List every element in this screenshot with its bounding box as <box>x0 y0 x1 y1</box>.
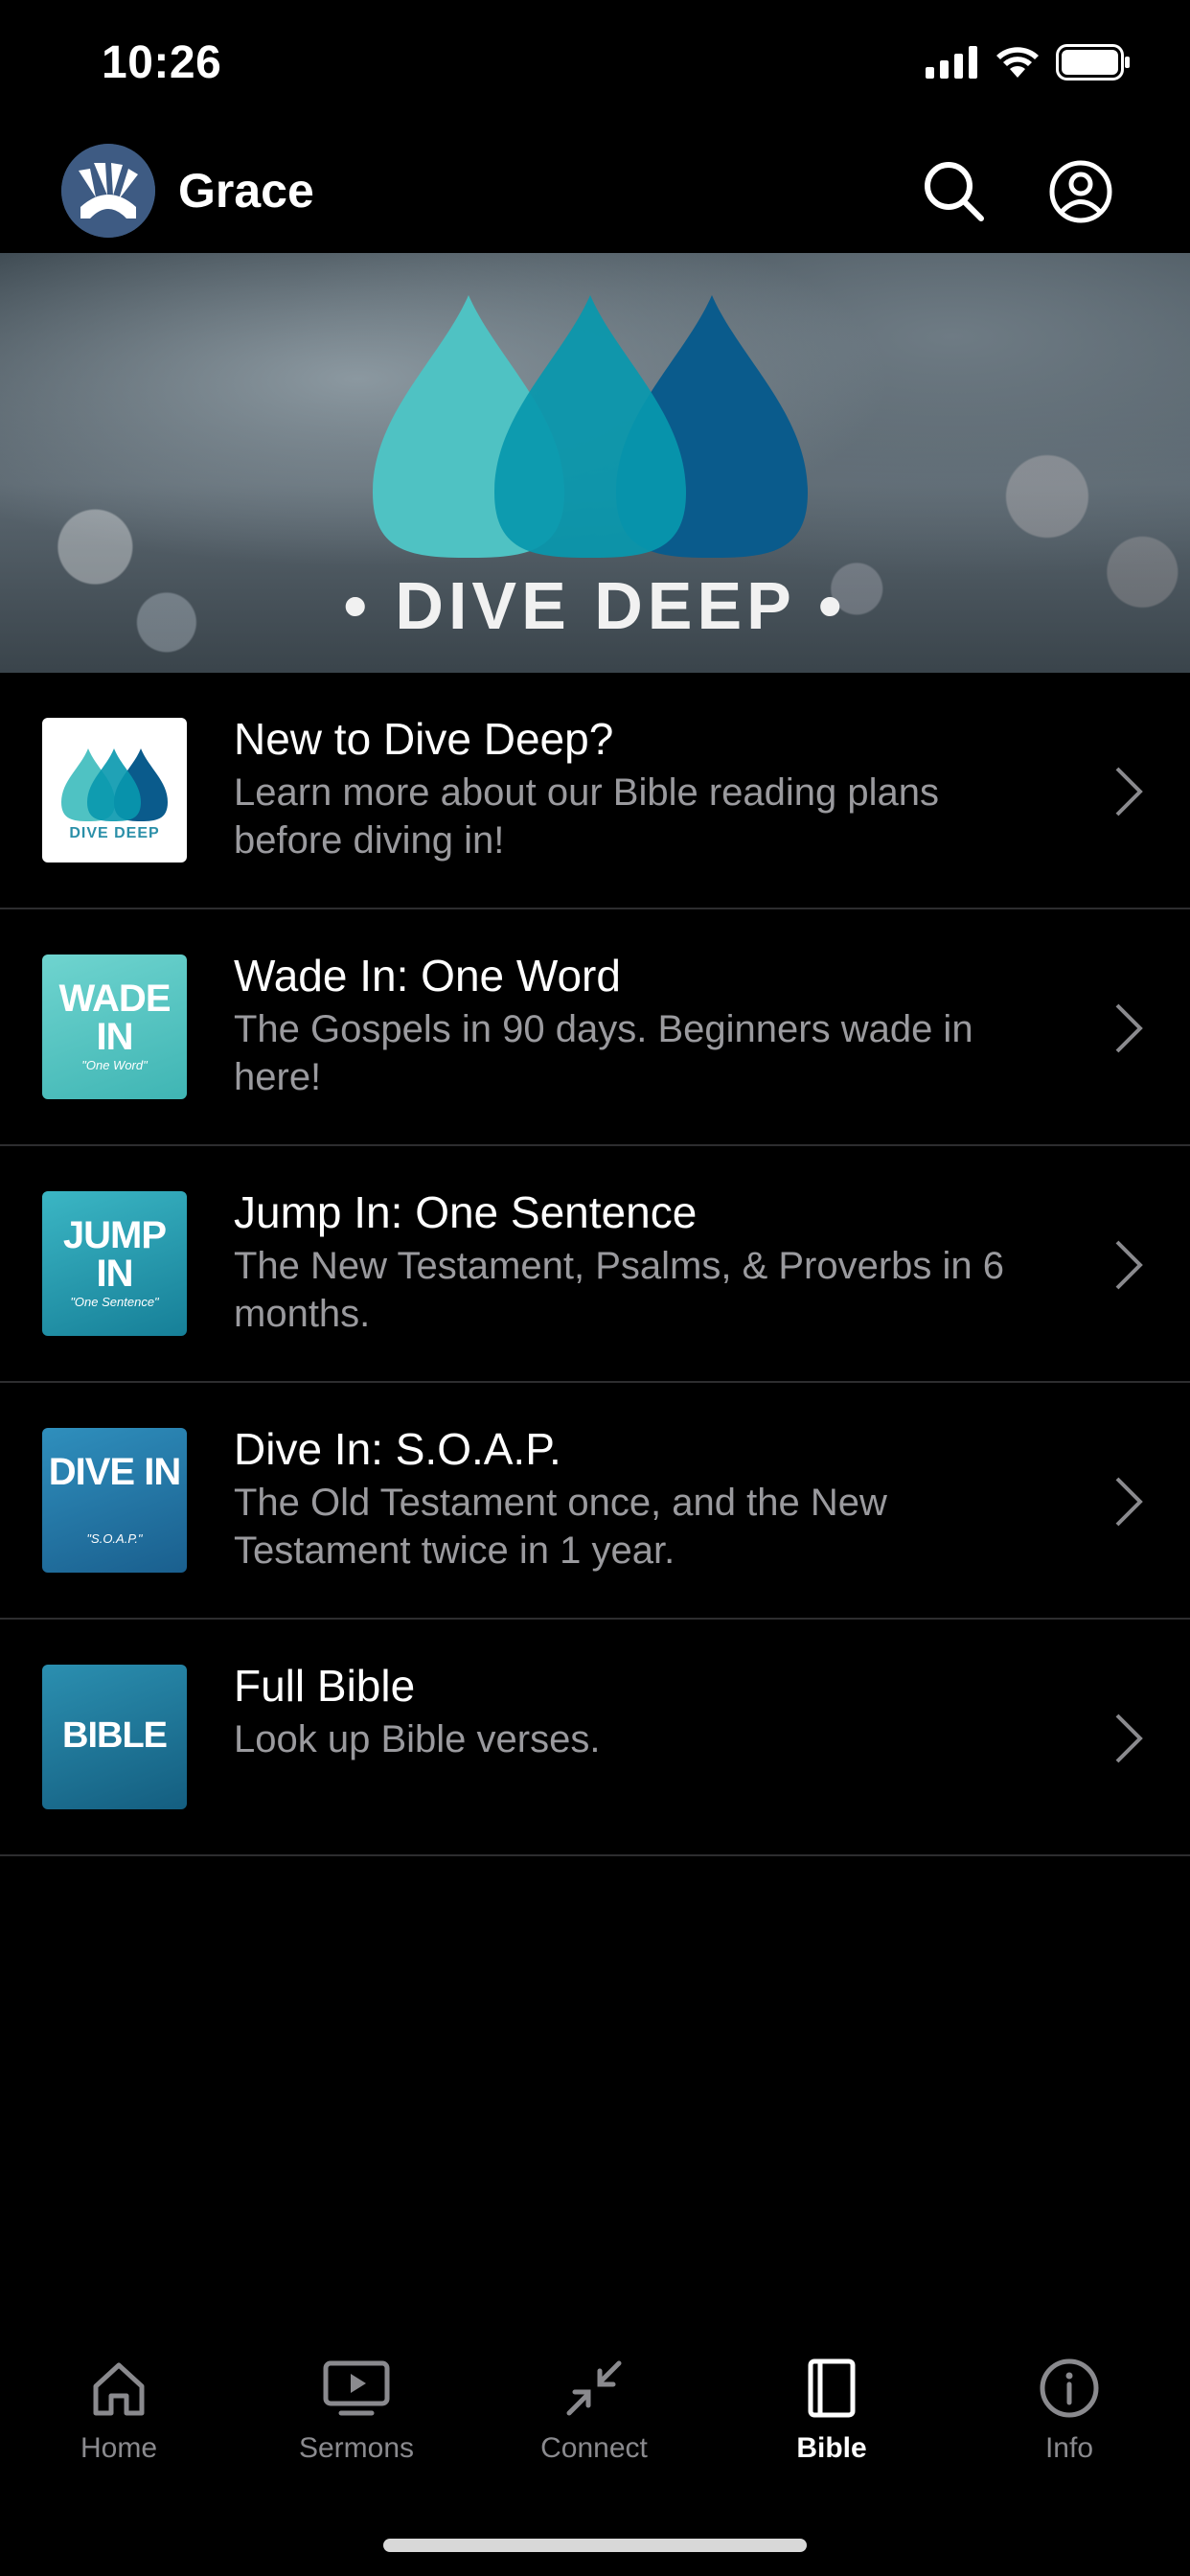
tab-label: Home <box>80 2432 158 2464</box>
plan-new-to-dive-deep[interactable]: DIVE DEEP New to Dive Deep? Learn more a… <box>0 673 1190 909</box>
battery-icon <box>1056 44 1130 80</box>
plan-thumbnail-subtitle: "One Word" <box>81 1058 148 1072</box>
plan-title: New to Dive Deep? <box>234 714 614 764</box>
plan-dive-in[interactable]: DIVE IN "S.O.A.P." Dive In: S.O.A.P. The… <box>0 1383 1190 1620</box>
dive-deep-banner: • DIVE DEEP • <box>0 253 1190 673</box>
plan-thumbnail-subtitle: "One Sentence" <box>70 1295 159 1309</box>
plan-title: Wade In: One Word <box>234 951 621 1000</box>
search-button[interactable] <box>920 157 989 226</box>
tab-label: Connect <box>540 2432 648 2464</box>
account-button[interactable] <box>1046 157 1115 226</box>
tab-label: Info <box>1044 2432 1094 2464</box>
plan-thumbnail-label: WADE IN <box>58 978 172 1058</box>
cellular-signal-icon <box>926 46 977 79</box>
tab-info[interactable]: Info <box>950 2329 1188 2465</box>
book-icon <box>808 2358 856 2418</box>
chevron-right-icon <box>1115 1477 1143 1527</box>
plan-description: The New Testament, Psalms, & Proverbs in… <box>234 1245 1005 1335</box>
wifi-icon <box>996 47 1039 78</box>
plan-thumbnail-subtitle: "S.O.A.P." <box>86 1531 143 1546</box>
app-header: Grace <box>0 134 1190 253</box>
plan-description: The Old Testament once, and the New Test… <box>234 1482 887 1572</box>
plan-wade-in[interactable]: WADE IN "One Word" Wade In: One Word The… <box>0 909 1190 1146</box>
home-icon <box>93 2362 145 2416</box>
plan-description: Look up Bible verses. <box>234 1718 601 1760</box>
plan-thumbnail: WADE IN "One Word" <box>42 954 187 1099</box>
plan-thumbnail-label: BIBLE <box>62 1715 168 1756</box>
tab-label: Bible <box>796 2432 867 2464</box>
banner-title: • DIVE DEEP • <box>343 568 847 643</box>
app-title: Grace <box>178 164 314 218</box>
plan-thumbnail-label: JUMP IN <box>62 1214 167 1295</box>
tab-bar: Home Sermons Connect Bible Info <box>0 2329 1190 2520</box>
connect-icon <box>566 2360 622 2416</box>
church-logo-icon <box>61 144 155 238</box>
plan-title: Jump In: One Sentence <box>234 1187 698 1237</box>
plan-title: Dive In: S.O.A.P. <box>234 1424 561 1474</box>
chevron-right-icon <box>1115 1003 1143 1053</box>
tab-connect[interactable]: Connect <box>475 2329 713 2465</box>
plan-thumbnail: BIBLE <box>42 1665 187 1809</box>
plan-thumbnail-label: DIVE DEEP <box>69 825 160 841</box>
plan-thumbnail: DIVE DEEP <box>42 718 187 862</box>
plan-full-bible[interactable]: BIBLE Full Bible Look up Bible verses. <box>0 1620 1190 1856</box>
tab-label: Sermons <box>298 2432 415 2464</box>
status-bar: 10:26 <box>0 0 1190 134</box>
plan-jump-in[interactable]: JUMP IN "One Sentence" Jump In: One Sent… <box>0 1146 1190 1383</box>
tv-icon <box>323 2360 390 2416</box>
tab-home[interactable]: Home <box>0 2329 238 2465</box>
tab-bible[interactable]: Bible <box>713 2329 950 2465</box>
chevron-right-icon <box>1115 1240 1143 1290</box>
plan-thumbnail: DIVE IN "S.O.A.P." <box>42 1428 187 1573</box>
plan-description: Learn more about our Bible reading plans… <box>234 771 940 862</box>
home-indicator[interactable] <box>383 2539 807 2552</box>
chevron-right-icon <box>1115 767 1143 816</box>
search-icon <box>925 162 984 221</box>
chevron-right-icon <box>1115 1714 1143 1763</box>
status-icons <box>926 44 1131 80</box>
plan-title: Full Bible <box>234 1661 416 1711</box>
info-icon <box>1040 2358 1099 2418</box>
status-time: 10:26 <box>102 37 222 88</box>
plan-thumbnail: JUMP IN "One Sentence" <box>42 1191 187 1336</box>
account-icon <box>1049 160 1112 223</box>
plan-thumbnail-label: DIVE IN <box>48 1451 181 1493</box>
reading-plan-list: DIVE DEEP New to Dive Deep? Learn more a… <box>0 673 1190 1856</box>
plan-description: The Gospels in 90 days. Beginners wade i… <box>234 1008 973 1098</box>
tab-sermons[interactable]: Sermons <box>238 2329 475 2465</box>
